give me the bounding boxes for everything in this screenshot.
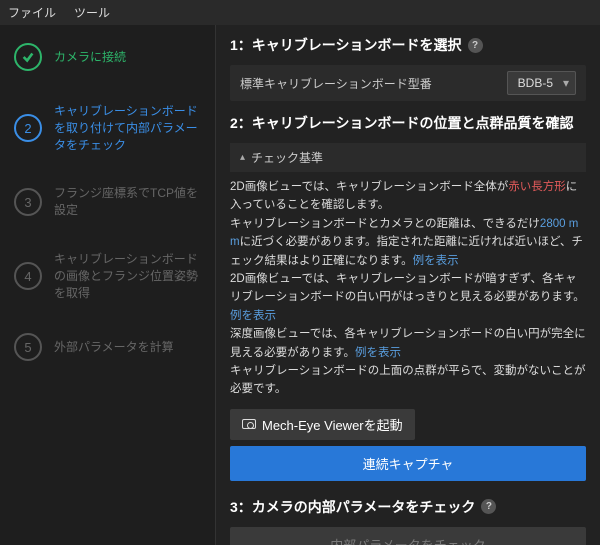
continuous-capture-button[interactable]: 連続キャプチャ	[230, 446, 586, 481]
board-type-label: 標準キャリブレーションボード型番	[240, 75, 432, 92]
step-number-icon: 4	[14, 262, 42, 290]
check-criteria-toggle[interactable]: チェック基準	[230, 143, 586, 172]
criteria-text: 2D画像ビューでは、キャリブレーションボード全体が赤い長方形に入っていることを確…	[230, 178, 586, 399]
section2-title: 2：キャリブレーションボードの位置と点群品質を確認	[230, 113, 586, 133]
step-5[interactable]: 5 外部パラメータを計算	[0, 333, 205, 361]
steps-sidebar: カメラに接続 2 キャリブレーションボードを取り付けて内部パラメータをチェック …	[0, 25, 215, 545]
main-panel: 1：キャリブレーションボードを選択 ? 標準キャリブレーションボード型番 BDB…	[215, 25, 600, 545]
section3-title: 3：カメラの内部パラメータをチェック ?	[230, 497, 586, 517]
check-icon	[14, 43, 42, 71]
menu-file[interactable]: ファイル	[8, 4, 56, 21]
step-number-icon: 5	[14, 333, 42, 361]
step-number-icon: 3	[14, 188, 42, 216]
board-type-select[interactable]: BDB-5	[507, 71, 576, 95]
menubar: ファイル ツール	[0, 0, 600, 25]
step-label: キャリブレーションボードの画像とフランジ位置姿勢を取得	[54, 251, 205, 301]
example-link-2[interactable]: 例を表示	[230, 310, 276, 322]
help-icon[interactable]: ?	[481, 499, 496, 514]
step-number-icon: 2	[14, 114, 42, 142]
step-label: カメラに接続	[54, 49, 126, 66]
help-icon[interactable]: ?	[468, 38, 483, 53]
example-link-3[interactable]: 例を表示	[355, 347, 401, 359]
step-2[interactable]: 2 キャリブレーションボードを取り付けて内部パラメータをチェック	[0, 103, 205, 153]
section1-title: 1：キャリブレーションボードを選択 ?	[230, 35, 586, 55]
step-3[interactable]: 3 フランジ座標系でTCP値を設定	[0, 185, 205, 219]
example-link-1[interactable]: 例を表示	[413, 255, 459, 267]
menu-tool[interactable]: ツール	[74, 4, 110, 21]
step-label: キャリブレーションボードを取り付けて内部パラメータをチェック	[54, 103, 205, 153]
step-1[interactable]: カメラに接続	[0, 43, 205, 71]
check-intrinsic-button[interactable]: 内部パラメータをチェック	[230, 527, 586, 545]
board-type-row: 標準キャリブレーションボード型番 BDB-5	[230, 65, 586, 101]
step-label: フランジ座標系でTCP値を設定	[54, 185, 205, 219]
camera-icon	[242, 419, 256, 429]
step-label: 外部パラメータを計算	[54, 339, 174, 356]
step-4[interactable]: 4 キャリブレーションボードの画像とフランジ位置姿勢を取得	[0, 251, 205, 301]
launch-viewer-button[interactable]: Mech-Eye Viewerを起動	[230, 409, 415, 440]
